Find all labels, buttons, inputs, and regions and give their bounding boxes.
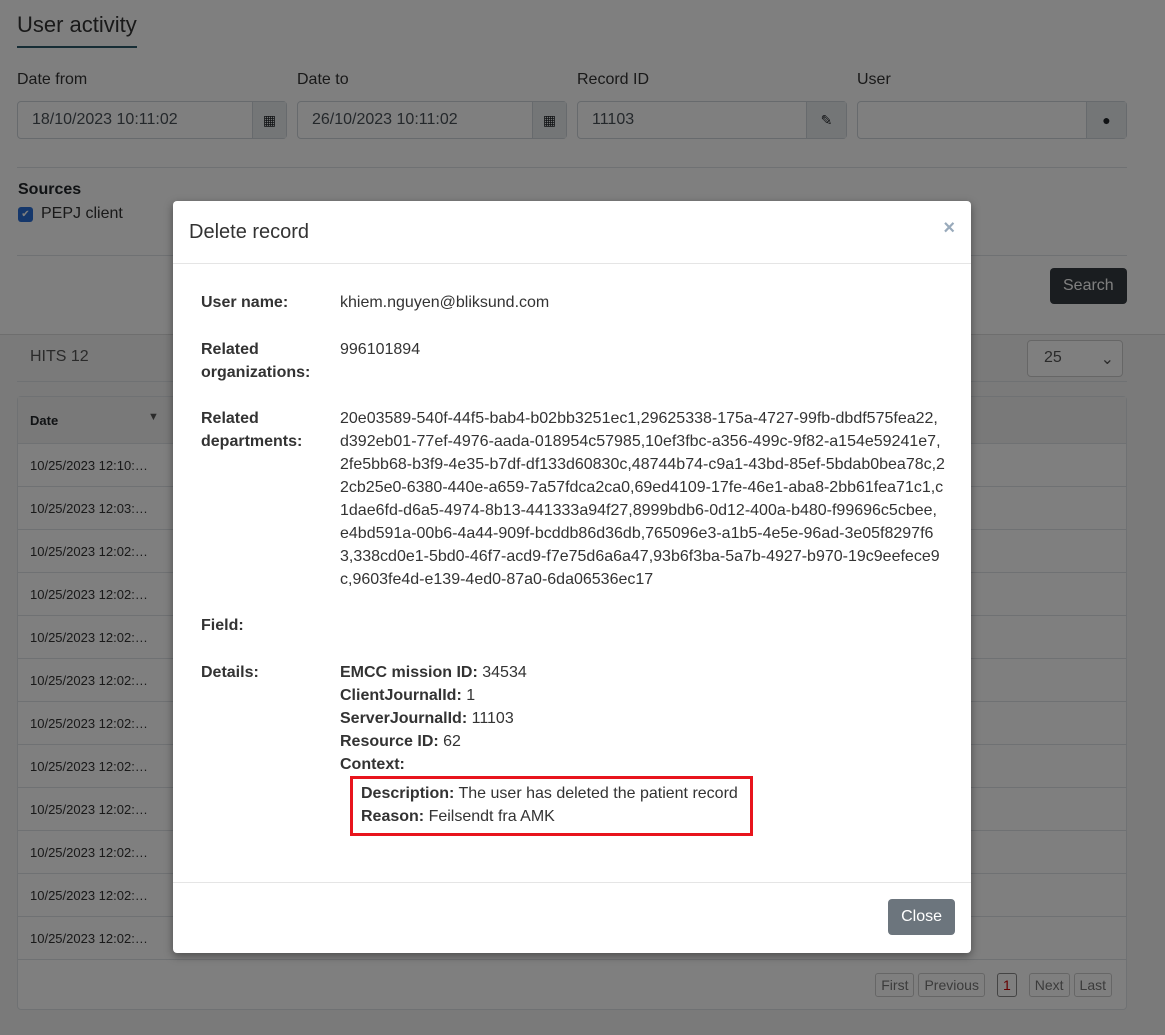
detail-item: ServerJournalId: 11103 [340,707,940,730]
orgs-label: Related organizations: [201,341,311,381]
detail-value: 62 [443,733,461,750]
context-item: Description: The user has deleted the pa… [361,782,738,805]
user-name-value: khiem.nguyen@bliksund.com [340,294,550,311]
close-button[interactable]: Close [888,899,955,935]
orgs-value: 996101894 [340,341,421,358]
depts-value: 20e03589-540f-44f5-bab4-b02bb3251ec1,296… [340,410,945,588]
field-label: Field: [201,617,244,634]
context-key: Reason: [361,808,425,825]
context-label: Context: [340,756,405,773]
context-value: The user has deleted the patient record [458,785,738,802]
detail-item: ClientJournalId: 1 [340,684,940,707]
context-key: Description: [361,785,455,802]
detail-key: Resource ID: [340,733,439,750]
detail-key: ClientJournalId: [340,687,462,704]
detail-key: ServerJournalId: [340,710,468,727]
detail-key: EMCC mission ID: [340,664,478,681]
delete-record-modal: Delete record × User name: khiem.nguyen@bl… [173,201,971,953]
modal-title: Delete record [189,221,310,243]
detail-value: 34534 [482,664,527,681]
detail-value: 11103 [471,710,514,727]
depts-label: Related departments: [201,410,303,450]
context-value: Feilsendt fra AMK [428,808,555,825]
user-name-label: User name: [201,294,289,311]
close-icon[interactable]: × [943,217,955,240]
details-label: Details: [201,664,259,681]
context-item: Reason: Feilsendt fra AMK [361,805,738,828]
detail-item: Resource ID: 62 [340,730,940,753]
detail-item: EMCC mission ID: 34534 [340,661,940,684]
detail-value: 1 [466,687,476,704]
details-value: EMCC mission ID: 34534 ClientJournalId: 1… [340,661,940,836]
context-highlight: Description: The user has deleted the pa… [350,776,753,836]
